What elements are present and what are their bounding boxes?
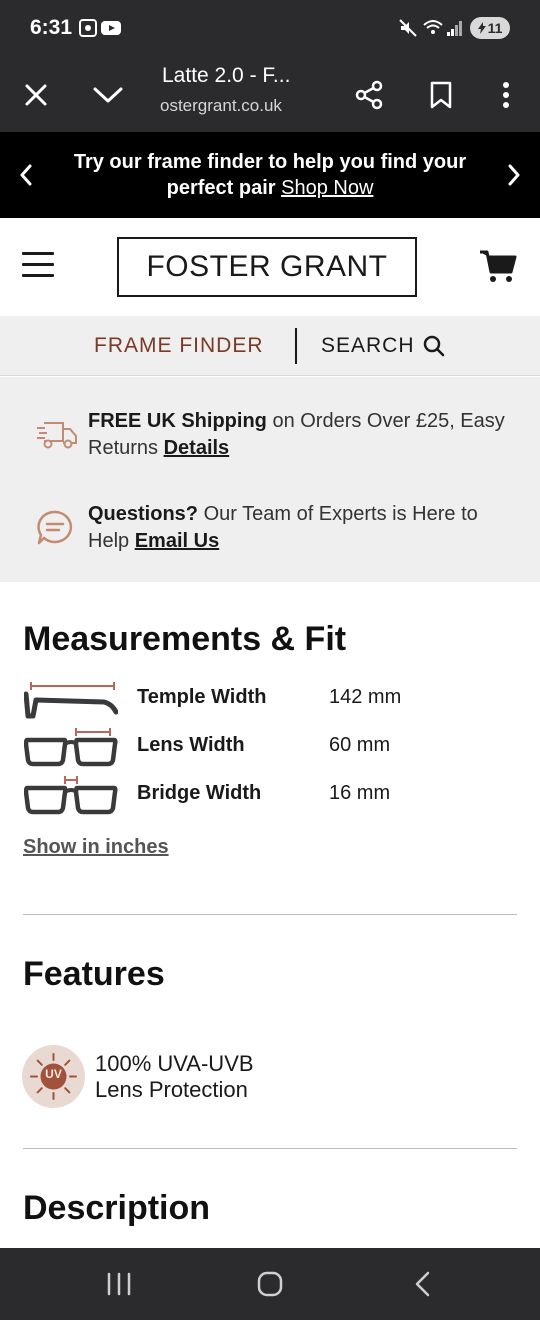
description-heading: Description xyxy=(23,1189,211,1227)
browser-toolbar: Latte 2.0 - F... ostergrant.co.uk xyxy=(0,58,540,132)
site-header: FOSTER GRANT xyxy=(0,218,540,316)
temple-width-icon xyxy=(24,682,118,719)
more-vertical-icon xyxy=(503,82,509,108)
wifi-icon xyxy=(422,18,444,43)
measurement-row: Lens Width 60 mm xyxy=(0,726,540,770)
search-label: SEARCH xyxy=(321,334,415,357)
show-in-inches-link[interactable]: Show in inches xyxy=(23,836,169,859)
features-heading: Features xyxy=(23,955,165,993)
lens-width-label: Lens Width xyxy=(137,734,245,756)
close-tab-button[interactable] xyxy=(8,58,64,132)
home-button[interactable] xyxy=(230,1248,310,1320)
chevron-down-icon xyxy=(93,87,123,103)
youtube-icon xyxy=(100,18,122,43)
bridge-width-value: 16 mm xyxy=(329,782,391,804)
temple-width-value: 142 mm xyxy=(329,686,402,708)
measurement-row: Temple Width 142 mm xyxy=(0,678,540,722)
bookmark-icon xyxy=(430,81,452,109)
system-navigation-bar xyxy=(0,1248,540,1320)
chevron-right-icon xyxy=(508,164,520,186)
share-button[interactable] xyxy=(341,58,397,132)
collapse-button[interactable] xyxy=(80,58,136,132)
screenshot-icon xyxy=(78,18,98,43)
shipping-bold: FREE UK Shipping xyxy=(88,410,267,432)
search-button[interactable]: SEARCH xyxy=(321,334,445,358)
frame-finder-link[interactable]: FRAME FINDER xyxy=(94,334,264,358)
delivery-truck-icon xyxy=(37,422,77,449)
details-link[interactable]: Details xyxy=(164,437,230,459)
promo-next-button[interactable] xyxy=(490,132,538,218)
search-icon xyxy=(423,335,444,357)
status-time: 6:31 xyxy=(30,16,73,39)
temple-width-label: Temple Width xyxy=(137,686,267,708)
home-icon xyxy=(257,1271,283,1297)
bookmark-button[interactable] xyxy=(413,58,469,132)
measurements-heading: Measurements & Fit xyxy=(23,620,347,658)
bridge-width-icon xyxy=(24,776,118,815)
back-button[interactable] xyxy=(382,1248,462,1320)
tab-url[interactable]: ostergrant.co.uk xyxy=(160,96,282,116)
battery-level: 11 xyxy=(487,20,503,36)
chevron-left-icon xyxy=(20,164,32,186)
mute-icon xyxy=(398,18,418,43)
shop-now-link[interactable]: Shop Now xyxy=(281,177,373,199)
lens-width-icon xyxy=(24,728,118,767)
uv-badge: UV xyxy=(22,1045,85,1108)
status-bar: 6:31 11 xyxy=(0,0,540,58)
recent-apps-button[interactable] xyxy=(79,1248,159,1320)
lens-width-value: 60 mm xyxy=(329,734,391,756)
info-panel: FREE UK Shipping on Orders Over £25, Eas… xyxy=(0,377,540,582)
promo-prev-button[interactable] xyxy=(2,132,50,218)
promo-banner: Try our frame finder to help you find yo… xyxy=(0,132,540,218)
signal-icon xyxy=(446,18,464,43)
promo-text: Try our frame finder to help you find yo… xyxy=(73,151,467,199)
section-divider xyxy=(23,914,517,915)
uv-badge-text: UV xyxy=(45,1067,62,1081)
cart-icon xyxy=(480,250,517,282)
cart-button[interactable] xyxy=(478,248,518,284)
share-icon xyxy=(355,80,383,110)
menu-icon-bar xyxy=(22,263,54,266)
menu-button[interactable] xyxy=(22,252,56,282)
recent-apps-icon xyxy=(107,1272,131,1296)
nav-divider xyxy=(295,328,297,364)
section-divider xyxy=(23,1148,517,1149)
close-icon xyxy=(25,84,47,106)
feature-uv-protection: 100% UVA-UVB Lens Protection xyxy=(95,1051,254,1103)
tab-title[interactable]: Latte 2.0 - F... xyxy=(162,64,290,88)
secondary-nav: FRAME FINDER SEARCH xyxy=(0,316,540,376)
bridge-width-label: Bridge Width xyxy=(137,782,262,804)
email-us-link[interactable]: Email Us xyxy=(135,530,219,552)
site-logo[interactable]: FOSTER GRANT xyxy=(117,237,417,297)
measurement-row: Bridge Width 16 mm xyxy=(0,774,540,818)
feature-line-2: Lens Protection xyxy=(95,1077,248,1102)
chat-bubble-icon xyxy=(37,510,73,545)
shipping-text: FREE UK Shipping on Orders Over £25, Eas… xyxy=(88,408,516,462)
menu-icon-bar xyxy=(22,274,54,277)
questions-text: Questions? Our Team of Experts is Here t… xyxy=(88,501,516,555)
battery-indicator: 11 xyxy=(470,17,510,39)
back-icon xyxy=(415,1271,430,1297)
menu-icon-bar xyxy=(22,252,54,255)
more-options-button[interactable] xyxy=(478,58,534,132)
questions-bold: Questions? xyxy=(88,503,199,525)
feature-line-1: 100% UVA-UVB xyxy=(95,1051,254,1076)
promo-message: Try our frame finder to help you find yo… xyxy=(48,149,492,201)
